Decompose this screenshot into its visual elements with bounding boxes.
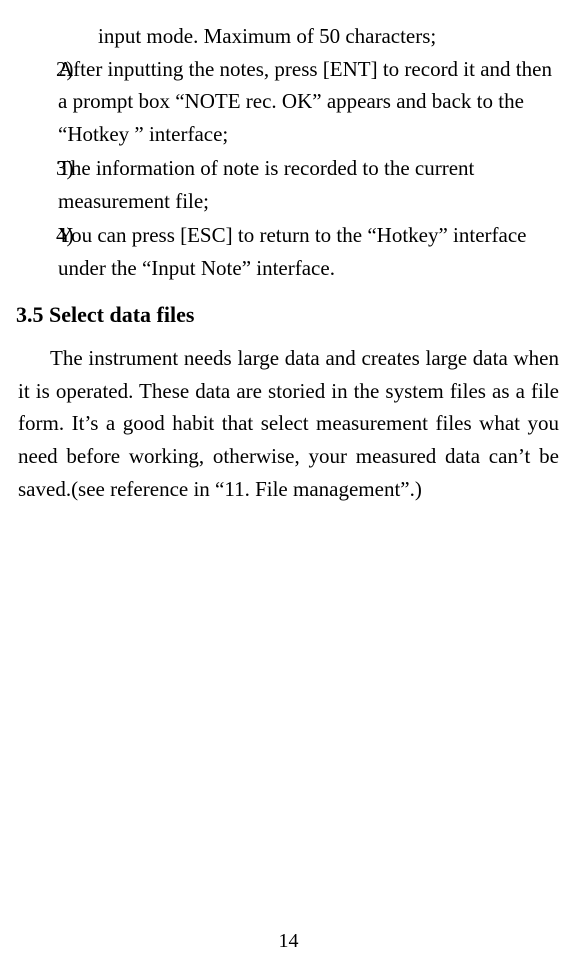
list-number: 2) [16,53,58,151]
list-text: The information of note is recorded to t… [58,152,561,217]
page-content: input mode. Maximum of 50 characters; 2)… [10,20,567,505]
list-item-continuation: input mode. Maximum of 50 characters; [16,20,561,53]
list-text: After inputting the notes, press [ENT] t… [58,53,561,151]
list-number: 3) [16,152,58,217]
list-item: 3) The information of note is recorded t… [16,152,561,217]
list-number: 4) [16,219,58,284]
list-item: 2) After inputting the notes, press [ENT… [16,53,561,151]
section-paragraph: The instrument needs large data and crea… [16,342,561,505]
list-item: 4) You can press [ESC] to return to the … [16,219,561,284]
section-heading: 3.5 Select data files [16,302,561,328]
list-text: You can press [ESC] to return to the “Ho… [58,219,561,284]
page-number: 14 [0,930,577,953]
